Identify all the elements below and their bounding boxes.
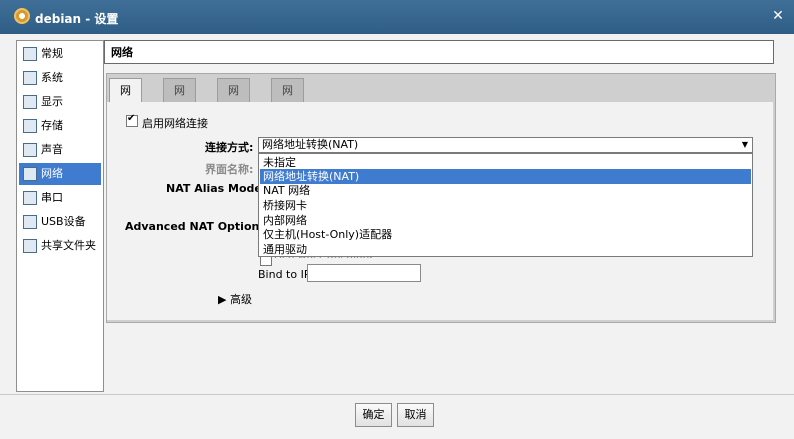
- tab-adapter-2[interactable]: 网卡 2: [163, 78, 196, 145]
- advanced-toggle[interactable]: ▶ 高级: [218, 291, 252, 307]
- tab-adapter-3[interactable]: 网卡 3: [217, 78, 250, 145]
- sidebar-item-network[interactable]: 网络: [19, 163, 101, 185]
- window-title: debian - 设置: [35, 12, 119, 26]
- sidebar-item-usb[interactable]: USB设备: [19, 211, 101, 233]
- section-title: 网络: [104, 40, 774, 64]
- monitor-icon: [23, 47, 37, 61]
- chip-icon: [23, 71, 37, 85]
- serial-icon: [23, 191, 37, 205]
- bind-ip-input[interactable]: [307, 264, 421, 282]
- option-internal[interactable]: 内部网络: [260, 213, 751, 228]
- option-bridged[interactable]: 桥接网卡: [260, 198, 751, 213]
- enable-network-label: 启用网络连接: [142, 117, 208, 130]
- bind-ip-label: Bind to IP: [258, 268, 311, 281]
- sidebar-item-display[interactable]: 显示: [19, 91, 101, 113]
- attach-label: 连接方式:: [205, 141, 254, 154]
- title-bar: debian - 设置 ✕: [0, 0, 794, 34]
- settings-sidebar: 常规 系统 显示 存储 声音 网络 串口 USB设备 共享文件夹: [16, 40, 104, 392]
- sidebar-item-serial[interactable]: 串口: [19, 187, 101, 209]
- interface-name-label: 界面名称:: [205, 163, 254, 176]
- display-icon: [23, 95, 37, 109]
- option-unspecified[interactable]: 未指定: [260, 155, 751, 170]
- sidebar-item-general[interactable]: 常规: [19, 43, 101, 65]
- advanced-label: 高级: [229, 293, 252, 306]
- folder-icon: [23, 239, 37, 253]
- enable-network-checkbox[interactable]: [126, 113, 138, 127]
- network-icon: [23, 167, 37, 181]
- usb-icon: [23, 215, 37, 229]
- triangle-right-icon: ▶: [218, 293, 227, 306]
- nat-alias-label: NAT Alias Mode:: [166, 182, 267, 195]
- sidebar-item-audio[interactable]: 声音: [19, 139, 101, 161]
- attach-dropdown-list: 未指定 网络地址转换(NAT) NAT 网络 桥接网卡 内部网络 仅主机(Hos…: [258, 153, 753, 257]
- option-host-only[interactable]: 仅主机(Host-Only)适配器: [260, 227, 751, 242]
- speaker-icon: [23, 143, 37, 157]
- attach-select[interactable]: 网络地址转换(NAT) ▼: [258, 137, 753, 153]
- settings-window: debian - 设置 ✕ 常规 系统 显示 存储 声音 网络 串口 USB设备…: [0, 0, 794, 439]
- sidebar-item-system[interactable]: 系统: [19, 67, 101, 89]
- option-nat[interactable]: 网络地址转换(NAT): [260, 169, 751, 184]
- footer-divider: [0, 394, 794, 395]
- close-icon[interactable]: ✕: [770, 8, 786, 24]
- storage-icon: [23, 119, 37, 133]
- ok-button[interactable]: 确定: [355, 403, 392, 427]
- chevron-down-icon: ▼: [741, 140, 748, 149]
- sidebar-item-storage[interactable]: 存储: [19, 115, 101, 137]
- advanced-nat-label: Advanced NAT Options :: [125, 220, 275, 233]
- gear-icon: [14, 8, 30, 24]
- sidebar-item-shared-folders[interactable]: 共享文件夹: [19, 235, 101, 257]
- tab-adapter-4[interactable]: 网卡 4: [271, 78, 304, 145]
- option-generic[interactable]: 通用驱动: [260, 242, 751, 257]
- tab-adapter-1[interactable]: 网卡 1: [109, 78, 142, 145]
- attach-value: 网络地址转换(NAT): [262, 138, 359, 151]
- option-nat-network[interactable]: NAT 网络: [260, 183, 751, 198]
- cancel-button[interactable]: 取消: [397, 403, 434, 427]
